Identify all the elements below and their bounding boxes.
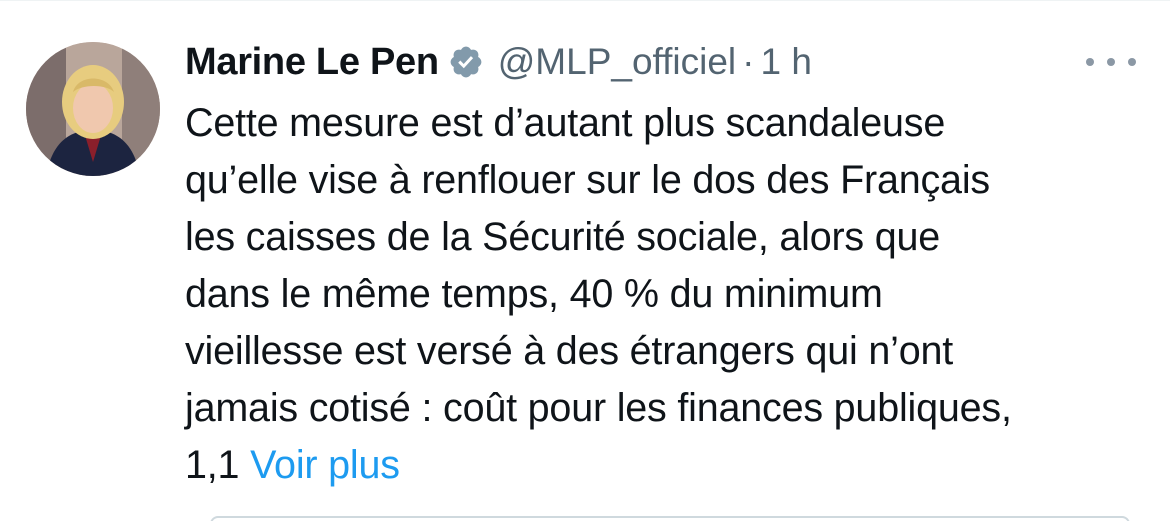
- more-horizontal-icon[interactable]: [1086, 50, 1136, 74]
- verified-badge-icon: [448, 44, 484, 80]
- tweet-text-line: qu’elle vise à renflouer sur le dos des …: [185, 158, 990, 202]
- tweet-header: Marine Le Pen @MLP_officiel · 1 h: [185, 38, 812, 86]
- tweet-text-line-last: 1,1 Voir plus: [185, 437, 1145, 494]
- media-card-edge[interactable]: [210, 516, 1130, 521]
- tweet[interactable]: Marine Le Pen @MLP_officiel · 1 h Cette …: [0, 0, 1170, 521]
- show-more-link[interactable]: Voir plus: [250, 443, 400, 487]
- avatar[interactable]: [26, 42, 160, 176]
- tweet-text: Cette mesure est d’autant plus scandaleu…: [185, 95, 1145, 494]
- tweet-text-fragment: 1,1: [185, 443, 251, 487]
- timestamp[interactable]: 1 h: [761, 41, 812, 83]
- author-handle[interactable]: @MLP_officiel: [498, 41, 736, 83]
- tweet-text-line: les caisses de la Sécurité sociale, alor…: [185, 215, 941, 259]
- divider: [0, 0, 1170, 1]
- more-dot: [1107, 58, 1115, 66]
- tweet-text-line: vieillesse est versé à des étrangers qui…: [185, 329, 954, 373]
- more-dot: [1128, 58, 1136, 66]
- tweet-text-line: jamais cotisé : coût pour les finances p…: [185, 386, 1012, 430]
- author-name[interactable]: Marine Le Pen: [185, 41, 439, 84]
- separator: ·: [742, 41, 755, 82]
- more-dot: [1086, 58, 1094, 66]
- tweet-text-line: Cette mesure est d’autant plus scandaleu…: [185, 101, 946, 145]
- tweet-text-line: dans le même temps, 40 % du minimum: [185, 272, 883, 316]
